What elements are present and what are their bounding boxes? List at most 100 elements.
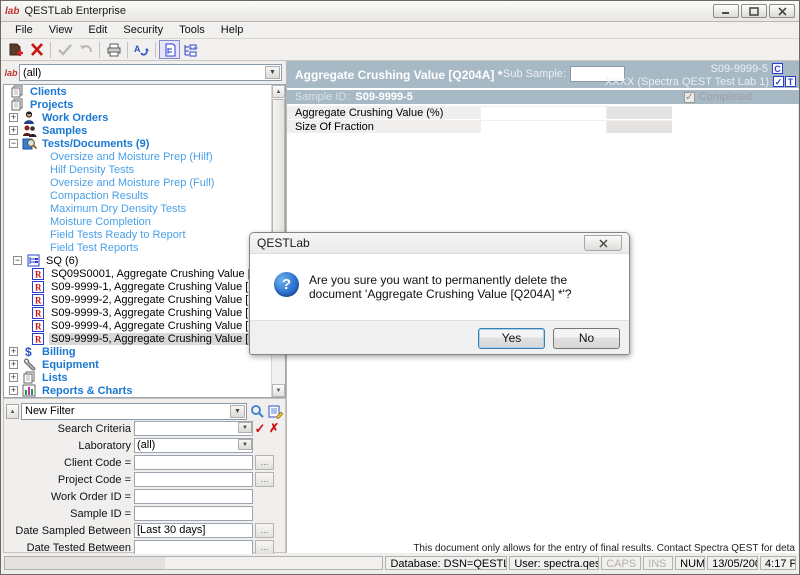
tree-item[interactable]: − Tests/Documents (9)	[4, 137, 285, 150]
filter-name-combobox[interactable]: New Filter ▼	[21, 402, 247, 420]
new-document-icon[interactable]	[5, 40, 26, 59]
minimize-button[interactable]	[713, 4, 739, 18]
completed-label: Completed	[698, 91, 752, 103]
filter-input[interactable]: [Last 30 days]	[134, 523, 253, 538]
tree-item[interactable]: Field Tests Ready to Report	[4, 228, 285, 241]
window-title: QESTLab Enterprise	[24, 5, 126, 17]
maximize-button[interactable]	[741, 4, 767, 18]
browse-button[interactable]: ...	[255, 455, 274, 470]
tree-item[interactable]: + Work Orders	[4, 111, 285, 124]
tree-item[interactable]: Projects	[4, 98, 285, 111]
filter-combobox[interactable]: (all)	[134, 438, 253, 453]
chevron-down-icon[interactable]: ▼	[265, 66, 280, 79]
tree-item[interactable]: − SQ (6)	[4, 254, 285, 267]
filter-input[interactable]	[134, 540, 253, 555]
filter-input[interactable]	[134, 472, 253, 487]
expand-icon[interactable]: +	[9, 360, 18, 369]
tree-item[interactable]: + Reports & Charts	[4, 384, 285, 397]
scope-combobox[interactable]: (all) ▼	[19, 64, 282, 81]
expand-icon[interactable]: +	[9, 126, 18, 135]
app-logo-icon: lab	[5, 5, 20, 17]
svg-text:$: $	[25, 345, 32, 358]
browse-button[interactable]: ...	[255, 472, 274, 487]
tree-item[interactable]: Compaction Results	[4, 189, 285, 202]
collapse-icon[interactable]: −	[9, 139, 18, 148]
completed-checkbox[interactable]: ✓	[683, 91, 695, 103]
tree-item[interactable]: R S09-9999-4, Aggregate Crushing Value [Q…	[4, 319, 285, 332]
tree-item[interactable]: R S09-9999-3, Aggregate Crushing Value [Q…	[4, 306, 285, 319]
tree-item[interactable]: + Equipment	[4, 358, 285, 371]
tree-item[interactable]: Oversize and Moisture Prep (Hilf)	[4, 150, 285, 163]
browse-button[interactable]: ...	[255, 540, 274, 555]
acv-percent-input[interactable]	[481, 106, 606, 119]
menu-help[interactable]: Help	[213, 23, 252, 37]
apply-filter-icon[interactable]: ✓	[253, 421, 267, 437]
lab-tree-view-icon[interactable]: Lab	[180, 40, 201, 59]
documents-icon	[9, 85, 25, 98]
lab-reference: XXXX (Spectra QEST Test Lab 1)	[604, 75, 769, 88]
expand-icon[interactable]: +	[9, 373, 18, 382]
confirm-icon[interactable]	[54, 40, 75, 59]
filter-combobox[interactable]	[134, 421, 253, 436]
tree-item[interactable]: + $ Billing	[4, 345, 285, 358]
tree-item[interactable]: R S09-9999-1, Aggregate Crushing Value [Q…	[4, 280, 285, 293]
tree-item[interactable]: Oversize and Moisture Prep (Full)	[4, 176, 285, 189]
dialog-no-button[interactable]: No	[553, 327, 620, 349]
chevron-down-icon[interactable]: ▼	[238, 439, 252, 450]
dialog-close-button[interactable]	[584, 235, 622, 251]
menu-security[interactable]: Security	[115, 23, 171, 37]
tree-item-label: Billing	[42, 345, 76, 358]
svg-text:Lab: Lab	[191, 45, 198, 50]
badge-check-icon[interactable]: ✓	[773, 76, 784, 87]
menu-edit[interactable]: Edit	[80, 23, 115, 37]
people-icon	[21, 124, 37, 137]
dialog-yes-button[interactable]: Yes	[478, 327, 545, 349]
status-panel: CAPS	[601, 556, 642, 570]
edit-filter-icon[interactable]	[267, 403, 283, 419]
menu-file[interactable]: File	[7, 23, 41, 37]
collapse-icon[interactable]: −	[13, 256, 22, 265]
badge-c-icon[interactable]: C	[772, 63, 783, 74]
tree-item[interactable]: Clients	[4, 85, 285, 98]
tree-item[interactable]: Moisture Completion	[4, 215, 285, 228]
main-toolbar: A Lab	[1, 39, 799, 61]
undo-icon[interactable]	[75, 40, 96, 59]
chevron-down-icon[interactable]: ▼	[230, 404, 245, 418]
tree-item[interactable]: R SQ09S0001, Aggregate Crushing Value [Q2…	[4, 267, 285, 280]
tree-view-icon[interactable]	[159, 40, 180, 59]
tree-item[interactable]: R S09-9999-5, Aggregate Crushing Value [Q…	[4, 332, 285, 345]
tree-item[interactable]: R S09-9999-2, Aggregate Crushing Value [Q…	[4, 293, 285, 306]
search-icon[interactable]	[249, 403, 265, 419]
expand-icon[interactable]: +	[9, 347, 18, 356]
tree-item[interactable]: Hilf Density Tests	[4, 163, 285, 176]
filter-input[interactable]	[134, 455, 253, 470]
chevron-down-icon[interactable]: ▼	[238, 422, 252, 433]
document-header: Aggregate Crushing Value [Q204A] * Sub S…	[287, 61, 799, 88]
size-of-fraction-input[interactable]	[481, 120, 606, 133]
delete-icon[interactable]	[26, 40, 47, 59]
close-button[interactable]	[769, 4, 795, 18]
tree-item[interactable]: Field Test Reports	[4, 241, 285, 254]
tree-item-label: Field Tests Ready to Report	[50, 228, 186, 241]
scroll-up-icon[interactable]: ▲	[272, 85, 285, 98]
filter-input[interactable]	[134, 506, 253, 521]
filter-input[interactable]	[134, 489, 253, 504]
browse-button[interactable]: ...	[255, 523, 274, 538]
clear-filter-icon[interactable]: ✗	[267, 421, 281, 437]
menu-view[interactable]: View	[41, 23, 81, 37]
tree-item[interactable]: + Lists	[4, 371, 285, 384]
expand-icon[interactable]: +	[9, 386, 18, 395]
collapse-filter-icon[interactable]: ▲	[6, 403, 19, 419]
expand-icon[interactable]: +	[9, 113, 18, 122]
badge-t-icon[interactable]: T	[785, 76, 796, 87]
record-icon: R	[30, 332, 46, 345]
scroll-down-icon[interactable]: ▼	[272, 384, 285, 397]
sort-icon[interactable]: A	[131, 40, 152, 59]
tree-item[interactable]: + Samples	[4, 124, 285, 137]
tree-item[interactable]: Maximum Dry Density Tests	[4, 202, 285, 215]
svg-text:R: R	[35, 295, 42, 305]
record-icon: R	[30, 267, 46, 280]
title-bar: lab QESTLab Enterprise	[1, 1, 799, 22]
menu-tools[interactable]: Tools	[171, 23, 213, 37]
print-icon[interactable]	[103, 40, 124, 59]
